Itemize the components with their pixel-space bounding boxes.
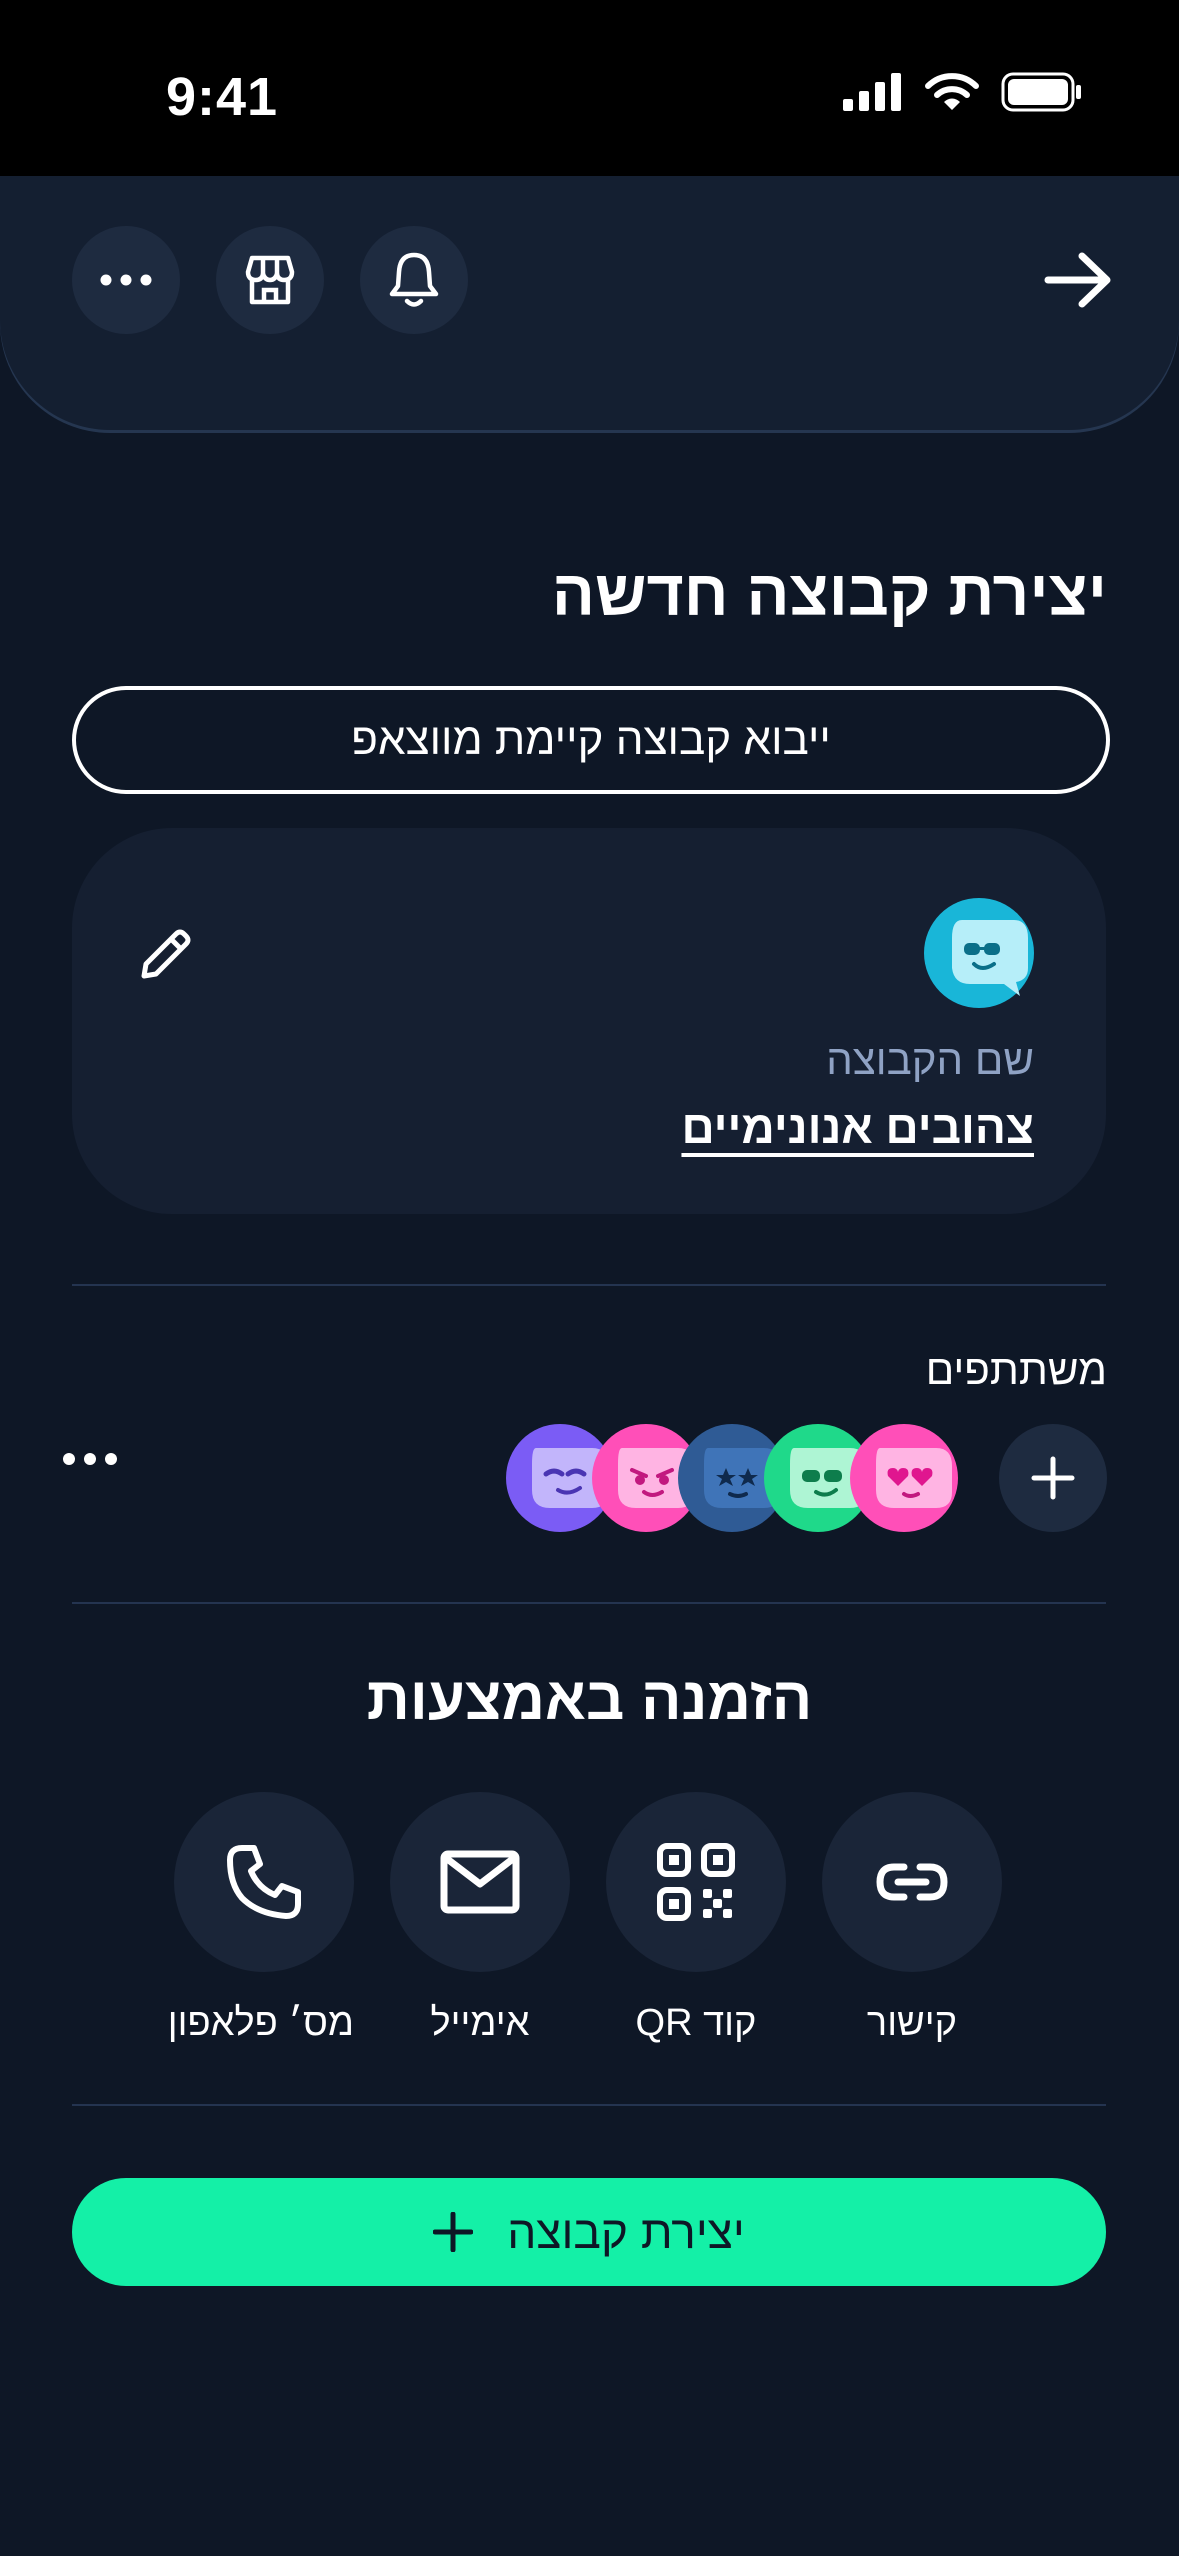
arrow-right-icon (1044, 252, 1111, 308)
create-group-button[interactable]: יצירת קבוצה (72, 2178, 1106, 2286)
create-group-label: יצירת קבוצה (507, 2206, 745, 2258)
participants-more-button[interactable] (62, 1452, 118, 1471)
group-avatar[interactable] (924, 898, 1034, 1013)
store-icon (245, 255, 295, 305)
invite-link-label: קישור (866, 2002, 958, 2044)
group-card: שם הקבוצה צהובים אנונימיים (72, 828, 1106, 1214)
signal-icon (843, 73, 901, 111)
invite-qr-button[interactable] (606, 1792, 786, 1972)
qr-code-icon (657, 1843, 735, 1921)
invite-phone-button[interactable] (174, 1792, 354, 1972)
group-name-label: שם הקבוצה (826, 1036, 1034, 1083)
invite-email-button[interactable] (390, 1792, 570, 1972)
divider (72, 1284, 1106, 1286)
top-header (0, 176, 1179, 430)
participants-label: משתתפים (925, 1346, 1107, 1393)
invite-email-label: אימייל (430, 2002, 530, 2044)
wifi-icon (925, 73, 979, 110)
invite-link-button[interactable] (822, 1792, 1002, 1972)
mail-icon (440, 1850, 520, 1914)
participant-avatar[interactable] (850, 1424, 958, 1532)
more-dots-icon (100, 274, 152, 286)
invite-link-option[interactable]: קישור (822, 1792, 1002, 2045)
store-button[interactable] (216, 226, 324, 334)
more-dots-icon (63, 1453, 117, 1465)
bell-icon (389, 252, 439, 307)
invite-qr-label: קוד QR (635, 2002, 757, 2044)
divider (72, 1602, 1106, 1604)
status-bar: 9:41 (0, 0, 1179, 176)
divider (72, 2104, 1106, 2106)
group-name-value[interactable]: צהובים אנונימיים (681, 1100, 1034, 1154)
edit-group-name-button[interactable] (136, 924, 196, 989)
more-button[interactable] (72, 226, 180, 334)
group-avatar-icon (924, 898, 1034, 1008)
add-participant-button[interactable] (999, 1424, 1107, 1532)
status-icons (843, 72, 1083, 112)
invite-phone-label: מס׳ פלאפון (167, 2002, 354, 2044)
import-whatsapp-group-button[interactable]: ייבוא קבוצה קיימת מווצאפ (72, 686, 1110, 794)
pencil-icon (141, 929, 191, 979)
link-icon (876, 1863, 948, 1901)
phone-icon (227, 1845, 301, 1919)
battery-icon (1001, 72, 1081, 112)
status-time: 9:41 (166, 67, 279, 127)
notifications-button[interactable] (360, 226, 468, 334)
page-title: יצירת קבוצה חדשה (551, 557, 1107, 629)
invite-title: הזמנה באמצעות (366, 1665, 813, 1732)
invite-qr-option[interactable]: קוד QR (606, 1792, 786, 2045)
invite-email-option[interactable]: אימייל (390, 1792, 570, 2045)
plus-icon (433, 2212, 474, 2252)
plus-icon (1031, 1456, 1075, 1500)
back-button[interactable] (1043, 248, 1115, 312)
invite-phone-option[interactable]: מס׳ פלאפון (167, 1792, 354, 2045)
